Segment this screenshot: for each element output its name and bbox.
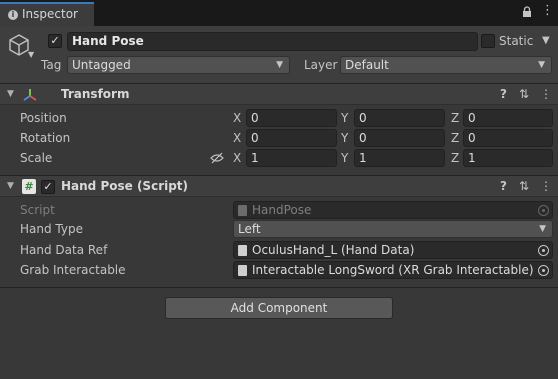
rotation-label: Rotation xyxy=(20,131,71,145)
hand-type-value: Left xyxy=(238,222,261,236)
axis-x-label[interactable]: X xyxy=(233,151,241,165)
tag-dropdown[interactable]: Untagged ▼ xyxy=(67,56,290,74)
hand-type-label: Hand Type xyxy=(20,222,83,236)
axis-x-label[interactable]: X xyxy=(233,111,241,125)
info-icon: i xyxy=(8,10,18,20)
presets-icon[interactable]: ⇅ xyxy=(519,87,529,101)
transform-title: Transform xyxy=(61,87,130,101)
script-field-label: Script xyxy=(20,203,55,217)
script-file-icon: # xyxy=(22,179,36,194)
script-asset-icon xyxy=(238,205,247,216)
divider xyxy=(0,287,558,288)
axis-z-label[interactable]: Z xyxy=(451,111,459,125)
help-icon[interactable]: ? xyxy=(500,179,507,193)
active-checkbox[interactable]: ✓ xyxy=(48,34,62,48)
add-component-button[interactable]: Add Component xyxy=(165,297,393,319)
rotation-y-field[interactable]: 0 xyxy=(354,129,445,147)
static-dropdown-arrow[interactable]: ▼ xyxy=(542,35,550,46)
script-body: Script HandPose Hand Type Left ▼ Hand Da… xyxy=(0,197,558,287)
hand-data-ref-label: Hand Data Ref xyxy=(20,243,108,257)
axis-y-label[interactable]: Y xyxy=(341,131,348,145)
hand-data-ref-field[interactable]: OculusHand_L (Hand Data) xyxy=(233,241,553,259)
transform-axes-icon xyxy=(23,89,37,101)
foldout-arrow-icon[interactable]: ▼ xyxy=(7,89,14,99)
axis-y-label[interactable]: Y xyxy=(341,111,348,125)
layer-value: Default xyxy=(345,58,389,72)
presets-icon[interactable]: ⇅ xyxy=(519,179,529,193)
rotation-z-field[interactable]: 0 xyxy=(463,129,553,147)
tab-bar: i Inspector ⋮ xyxy=(0,0,558,26)
help-icon[interactable]: ? xyxy=(500,87,507,101)
grab-interactable-label: Grab Interactable xyxy=(20,263,126,277)
transform-header[interactable]: ▼ Transform ? ⇅ ⋮ xyxy=(0,83,558,105)
object-picker-icon xyxy=(538,205,549,216)
script-object-field: HandPose xyxy=(233,201,553,219)
grab-interactable-field[interactable]: Interactable LongSword (XR Grab Interact… xyxy=(233,261,553,279)
scriptable-object-icon xyxy=(238,245,247,256)
rotation-x-field[interactable]: 0 xyxy=(246,129,337,147)
axis-y-label[interactable]: Y xyxy=(341,151,348,165)
scale-z-field[interactable]: 1 xyxy=(463,149,553,167)
position-y-field[interactable]: 0 xyxy=(354,109,445,127)
layer-dropdown[interactable]: Default ▼ xyxy=(340,56,552,74)
axis-x-label[interactable]: X xyxy=(233,131,241,145)
position-label: Position xyxy=(20,111,67,125)
scale-label: Scale xyxy=(20,151,53,165)
transform-body: Position X 0 Y 0 Z 0 Rotation X 0 Y 0 Z … xyxy=(0,105,558,175)
foldout-arrow-icon[interactable]: ▼ xyxy=(7,181,14,191)
position-z-field[interactable]: 0 xyxy=(463,109,553,127)
more-options-icon[interactable]: ⋮ xyxy=(540,179,552,193)
handpose-script-header[interactable]: ▼ # ✓ Hand Pose (Script) ? ⇅ ⋮ xyxy=(0,175,558,197)
more-options-icon[interactable]: ⋮ xyxy=(540,87,552,101)
object-picker-icon[interactable] xyxy=(538,245,549,256)
object-picker-icon[interactable] xyxy=(538,265,549,276)
chevron-down-icon: ▼ xyxy=(276,60,283,70)
icon-dropdown-arrow[interactable]: ▼ xyxy=(28,50,34,59)
tab-menu-icon[interactable]: ⋮ xyxy=(541,4,554,17)
tag-value: Untagged xyxy=(72,58,131,72)
position-x-field[interactable]: 0 xyxy=(246,109,337,127)
static-label: Static xyxy=(499,34,534,48)
lock-icon[interactable] xyxy=(521,6,533,18)
script-value: HandPose xyxy=(252,203,312,217)
object-name-field[interactable]: Hand Pose xyxy=(67,32,478,51)
constrain-proportions-icon[interactable] xyxy=(210,152,224,164)
chevron-down-icon: ▼ xyxy=(539,224,546,234)
scale-x-field[interactable]: 1 xyxy=(246,149,337,167)
scale-y-field[interactable]: 1 xyxy=(354,149,445,167)
script-title: Hand Pose (Script) xyxy=(61,179,189,193)
tab-inspector[interactable]: i Inspector xyxy=(0,2,94,26)
grab-interactable-value: Interactable LongSword (XR Grab Interact… xyxy=(252,263,534,277)
static-checkbox[interactable] xyxy=(481,34,495,48)
script-enabled-checkbox[interactable]: ✓ xyxy=(41,180,55,194)
axis-z-label[interactable]: Z xyxy=(451,151,459,165)
layer-label: Layer xyxy=(304,58,338,72)
axis-z-label[interactable]: Z xyxy=(451,131,459,145)
component-icon xyxy=(238,265,247,276)
hand-type-dropdown[interactable]: Left ▼ xyxy=(233,220,553,238)
chevron-down-icon: ▼ xyxy=(538,60,545,70)
hand-data-ref-value: OculusHand_L (Hand Data) xyxy=(252,243,415,257)
tab-title: Inspector xyxy=(22,7,78,21)
tag-label: Tag xyxy=(41,58,62,72)
